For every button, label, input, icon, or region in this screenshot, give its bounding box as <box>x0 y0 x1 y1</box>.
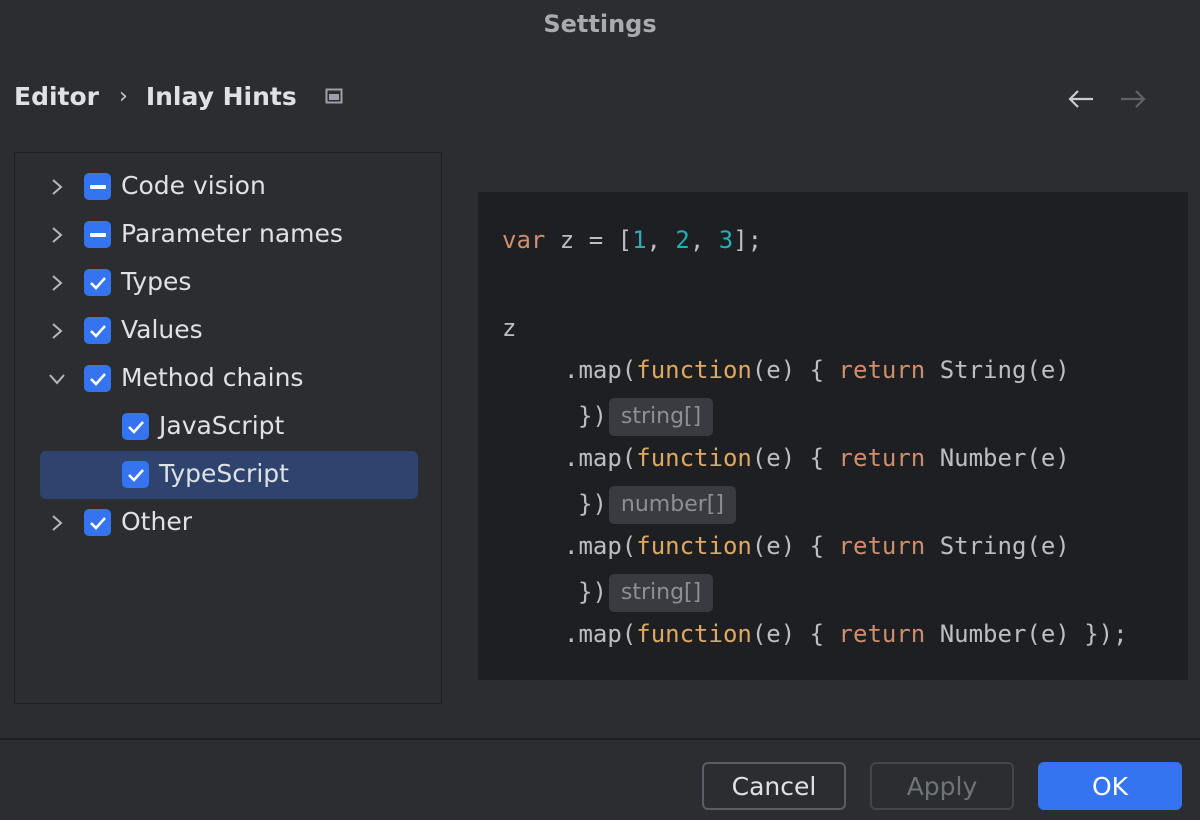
arrow-forward-icon[interactable] <box>1118 82 1148 116</box>
checkbox-checked[interactable] <box>122 413 149 440</box>
tree-item-types[interactable]: Types <box>15 259 441 307</box>
navigation <box>1066 82 1148 116</box>
code-line: })number[] <box>578 486 736 518</box>
tree-item-other[interactable]: Other <box>15 499 441 547</box>
code-line: })string[] <box>578 398 713 430</box>
chevron-down-icon[interactable] <box>45 367 69 391</box>
inlay-hint: number[] <box>609 486 736 524</box>
checkbox-checked[interactable] <box>84 509 111 536</box>
code-line: var z = [1, 2, 3]; <box>502 224 762 256</box>
tree-item-values[interactable]: Values <box>15 307 441 355</box>
code-line: .map(function(e) { return Number(e) <box>564 442 1070 474</box>
chevron-right-icon[interactable] <box>45 319 69 343</box>
cancel-button[interactable]: Cancel <box>702 762 846 810</box>
tree-item-code-vision[interactable]: Code vision <box>15 163 441 211</box>
breadcrumb-editor[interactable]: Editor <box>14 82 99 111</box>
footer-divider <box>0 738 1200 740</box>
code-line: })string[] <box>578 574 713 606</box>
checkbox-checked[interactable] <box>84 317 111 344</box>
chevron-right-icon[interactable] <box>45 271 69 295</box>
arrow-back-icon[interactable] <box>1066 82 1096 116</box>
tree-item-label: Values <box>121 315 203 344</box>
tree-item-label: Other <box>121 507 192 536</box>
inlay-hint: string[] <box>609 398 713 436</box>
breadcrumb: Editor › Inlay Hints <box>14 78 343 114</box>
checkbox-checked[interactable] <box>84 269 111 296</box>
code-preview: var z = [1, 2, 3]; z .map(function(e) { … <box>478 192 1188 680</box>
breadcrumb-inlay-hints: Inlay Hints <box>146 82 297 111</box>
dialog-title: Settings <box>0 10 1200 38</box>
code-line: .map(function(e) { return String(e) <box>564 530 1070 562</box>
window-icon[interactable] <box>325 88 343 104</box>
chevron-right-icon[interactable] <box>45 223 69 247</box>
checkbox-checked[interactable] <box>122 461 149 488</box>
code-line: .map(function(e) { return String(e) <box>564 354 1070 386</box>
tree-item-label: Parameter names <box>121 219 343 248</box>
tree-item-label: Method chains <box>121 363 303 392</box>
code-line: .map(function(e) { return Number(e) }); <box>564 618 1128 650</box>
ok-button[interactable]: OK <box>1038 762 1182 810</box>
checkbox-indeterminate[interactable] <box>84 173 111 200</box>
tree-item-label: Types <box>121 267 191 296</box>
chevron-right-icon[interactable] <box>45 511 69 535</box>
tree-item-method-chains[interactable]: Method chains <box>15 355 441 403</box>
inlay-hint: string[] <box>609 574 713 612</box>
tree-item-typescript[interactable]: TypeScript <box>15 451 441 499</box>
chevron-right-icon[interactable] <box>45 175 69 199</box>
tree-item-label: Code vision <box>121 171 266 200</box>
chevron-right-icon: › <box>119 84 128 109</box>
settings-tree: Code vision Parameter names Types Values… <box>14 152 442 704</box>
tree-item-label: TypeScript <box>159 459 289 488</box>
tree-item-label: JavaScript <box>159 411 284 440</box>
tree-item-parameter-names[interactable]: Parameter names <box>15 211 441 259</box>
apply-button[interactable]: Apply <box>870 762 1014 810</box>
checkbox-indeterminate[interactable] <box>84 221 111 248</box>
checkbox-checked[interactable] <box>84 365 111 392</box>
code-line: z <box>502 312 516 344</box>
tree-item-javascript[interactable]: JavaScript <box>15 403 441 451</box>
